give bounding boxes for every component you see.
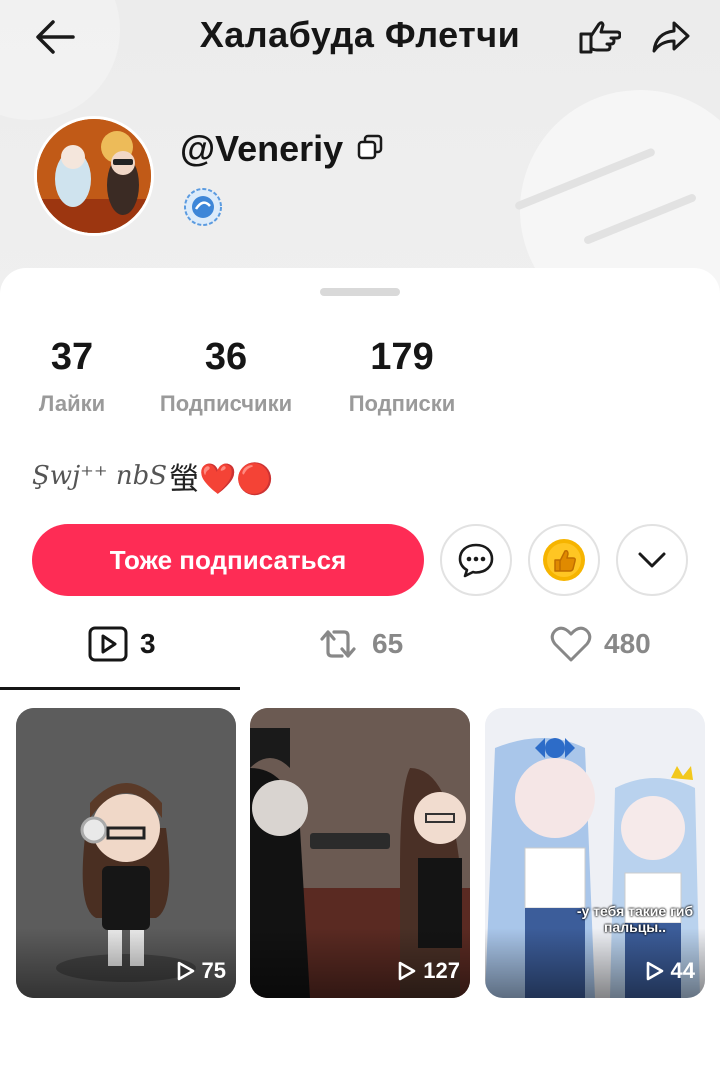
stat-likes[interactable]: 37 Лайки [32,336,112,417]
stat-label: Подписчики [159,391,293,416]
bio: Şwj⁺⁺ nbS 螢❤️🔴 [32,454,274,498]
repost-icon [320,630,356,658]
active-tab-indicator [0,687,240,690]
top-bar: Халабуда Флетчи [0,0,720,72]
play-icon [398,961,416,981]
level-badge[interactable] [182,186,224,228]
bio-emoji: 螢❤️🔴 [169,463,274,496]
stat-value: 37 [50,336,94,378]
tab-videos[interactable]: 3 [88,618,156,670]
stat-label: Лайки [38,391,106,416]
message-bubble-icon [458,543,494,578]
play-square-icon [88,626,128,662]
stat-followers[interactable]: 36 Подписчики [150,336,302,417]
play-icon [177,961,194,981]
view-count-value: 127 [423,958,460,983]
avatar[interactable] [34,116,154,236]
more-options-button[interactable] [616,524,688,596]
share-button[interactable] [644,10,698,64]
video-thumbnail[interactable]: 127 [250,708,470,998]
view-count: 44 [645,958,695,984]
view-count: 75 [176,958,226,984]
tab-reposts[interactable]: 65 [316,618,403,670]
stat-label: Подписки [348,391,456,416]
heart-icon [550,626,592,662]
view-count: 127 [397,958,460,984]
follow-back-button[interactable]: Тоже подписаться [32,524,424,596]
tab-count: 65 [372,628,404,659]
stat-following[interactable]: 179 Подписки [340,336,464,417]
video-thumbnail[interactable]: 75 [16,708,236,998]
hand-pointing-icon [579,21,621,54]
level-badge-icon [184,188,222,226]
username-handle: @Veneriy [180,128,344,169]
recommend-button[interactable] [528,524,600,596]
play-icon [646,961,663,981]
back-button[interactable] [28,10,82,64]
tab-count: 480 [604,628,651,659]
chevron-down-icon [638,552,666,568]
arrow-left-icon [36,20,75,54]
tab-count: 3 [140,628,156,659]
video-thumbnail[interactable]: -у тебя такие гиб пальцы.. 44 [485,708,705,998]
copy-icon [357,134,383,159]
tab-liked[interactable]: 480 [550,618,651,670]
bio-text: Şwj⁺⁺ nbS [32,461,168,491]
copy-button[interactable] [357,134,383,165]
share-arrow-icon [652,21,690,53]
poke-button[interactable] [572,10,626,64]
view-count-value: 44 [670,958,695,983]
thumbs-up-coin-icon [543,539,585,581]
message-button[interactable] [440,524,512,596]
stat-value: 179 [370,336,434,378]
page-title: Халабуда Флетчи [199,14,521,55]
view-count-value: 75 [201,958,226,983]
handle-row: @Veneriy [180,128,383,170]
sheet-drag-handle[interactable] [320,288,400,296]
stat-value: 36 [204,336,248,378]
